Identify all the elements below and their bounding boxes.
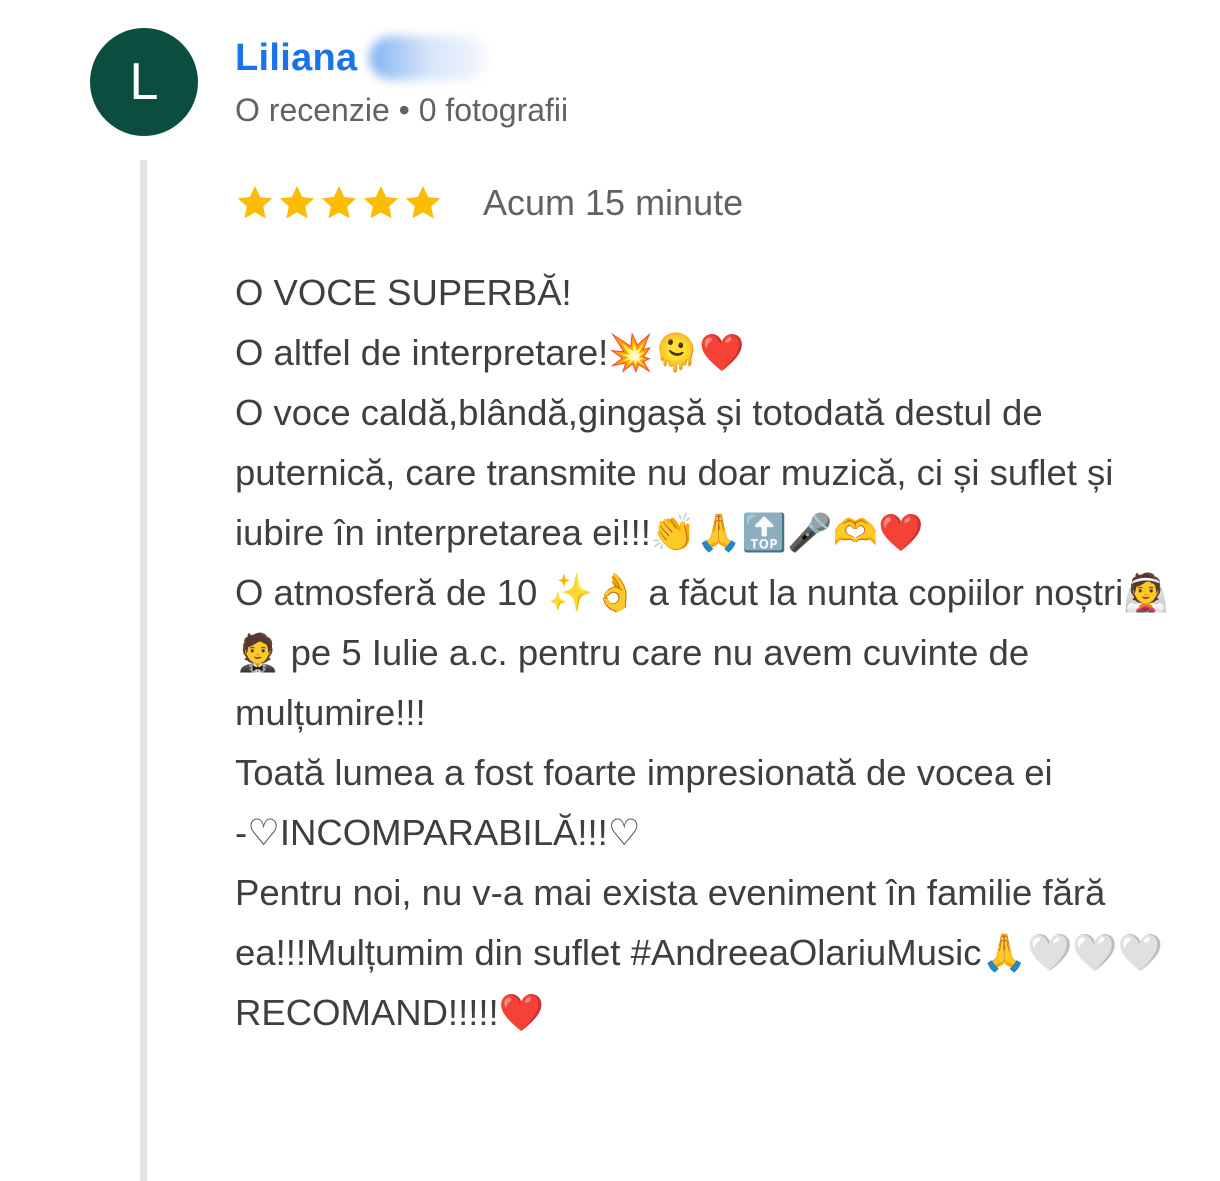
reviewer-avatar[interactable]: L <box>90 28 198 136</box>
review-text: O VOCE SUPERBĂ! O altfel de interpretare… <box>235 272 1169 1033</box>
star-icon <box>363 186 399 219</box>
reviewer-meta: O recenzie • 0 fotografii <box>235 92 569 128</box>
reviewer-info: Liliana O recenzie • 0 fotografii <box>235 34 568 129</box>
redacted-surname <box>369 36 488 80</box>
star-rating <box>235 183 443 223</box>
reviewer-name-row: Liliana <box>235 34 568 82</box>
review-time: Acum 15 minute <box>483 182 744 223</box>
star-icon <box>237 186 273 219</box>
reviewer-name[interactable]: Liliana <box>235 37 357 80</box>
avatar-letter: L <box>129 53 159 111</box>
star-icon <box>279 186 315 219</box>
star-icon <box>321 186 357 219</box>
thread-line <box>140 160 147 1181</box>
star-icon <box>405 186 441 219</box>
rating-row: Acum 15 minute <box>235 178 743 228</box>
